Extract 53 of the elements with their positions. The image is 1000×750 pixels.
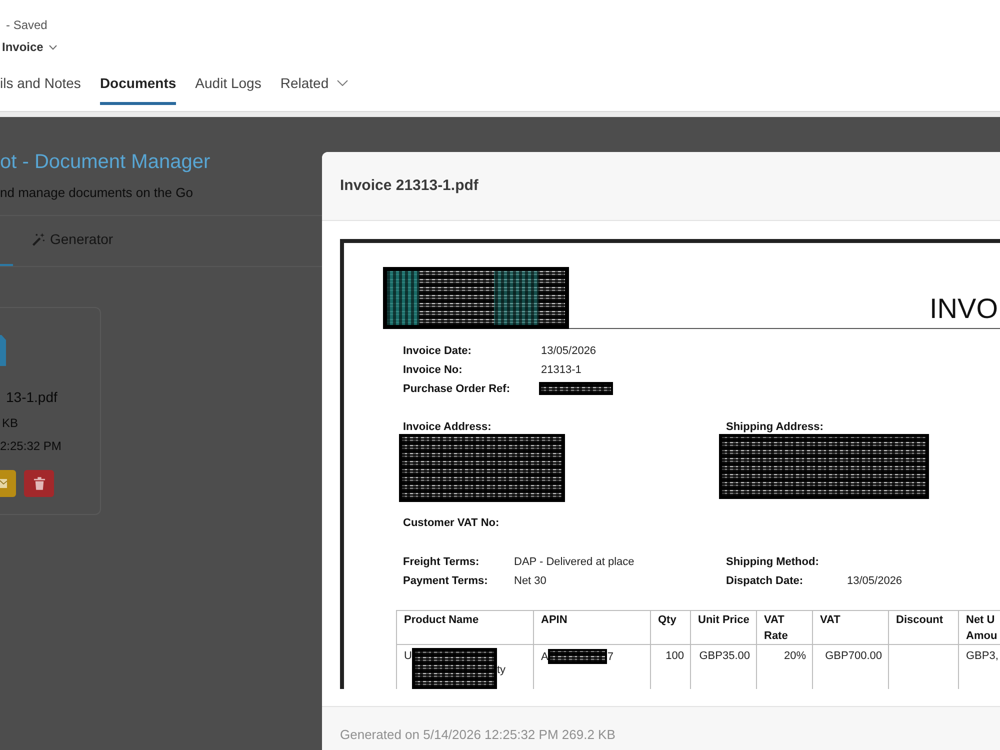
cell-text: U [404,649,412,663]
field-label: Invoice Date: [403,344,472,358]
field-label: Purchase Order Ref: [403,382,510,396]
delete-button[interactable] [24,470,54,497]
envelope-icon [0,479,7,488]
tab[interactable]: Audit Logs [195,62,262,105]
field-label: Freight Terms: [403,554,480,568]
file-info: Generated on 5/14/2026 12:25:32 PM 269.2 KB [340,727,616,742]
field-label: Invoice Address: [403,420,492,434]
form-selector[interactable]: Invoice [0,39,58,55]
email-button[interactable] [0,470,16,497]
table-header-cell: VAT Rate [756,610,812,644]
file-name: 13-1.pdf [6,388,58,407]
table-cell: 20% [756,644,812,689]
table-header-cell: APIN [534,610,650,644]
cell-text: 7 [607,650,614,664]
file-icon [0,335,6,366]
table-header-cell: Qty [650,610,690,644]
table-cell: GBP3, [958,644,1000,689]
field-label: Payment Terms: [403,574,488,588]
modal-title: Invoice 21313-1.pdf [340,176,478,196]
tab[interactable]: ils and Notes [0,62,81,105]
table-header-cell: VAT [812,610,888,644]
table-cell: GBP700.00 [812,644,888,689]
file-size: KB [2,415,18,432]
field-label: Customer VAT No: [403,516,500,531]
field-value: 21313-1 [541,362,582,376]
field-label: Invoice No: [403,362,462,376]
field-value: 13/05/2026 [541,344,596,358]
field-value: DAP - Delivered at place [514,554,634,568]
field-value: Net 30 [514,574,546,588]
table-header-cell: Unit Price [690,610,756,644]
cell-text: ty [496,663,506,677]
table-cell: GBP35.00 [690,644,756,689]
cell-text: A [541,650,548,664]
table-cell: 100 [650,644,690,689]
tab[interactable]: Documents [100,62,176,105]
field-value: 13/05/2026 [847,574,902,588]
field-label: Shipping Address: [726,420,824,434]
table-header-cell: Product Name [396,610,534,644]
trash-icon [34,477,44,490]
table-header-cell: Discount [888,610,958,644]
field-label: Dispatch Date: [726,574,804,588]
magic-wand-icon [32,232,45,246]
chevron-down-icon [49,44,58,50]
file-time: 2:25:32 PM [0,438,62,455]
app-subtitle: nd manage documents on the Go [0,184,193,202]
field-label: Shipping Method: [726,554,819,568]
save-status: - Saved [6,17,48,33]
tab[interactable]: Related [280,62,348,105]
table-header-cell: Net U Amou [958,610,1000,644]
invoice-heading: INVO [930,293,999,325]
app-title: ot - Document Manager [0,150,210,175]
